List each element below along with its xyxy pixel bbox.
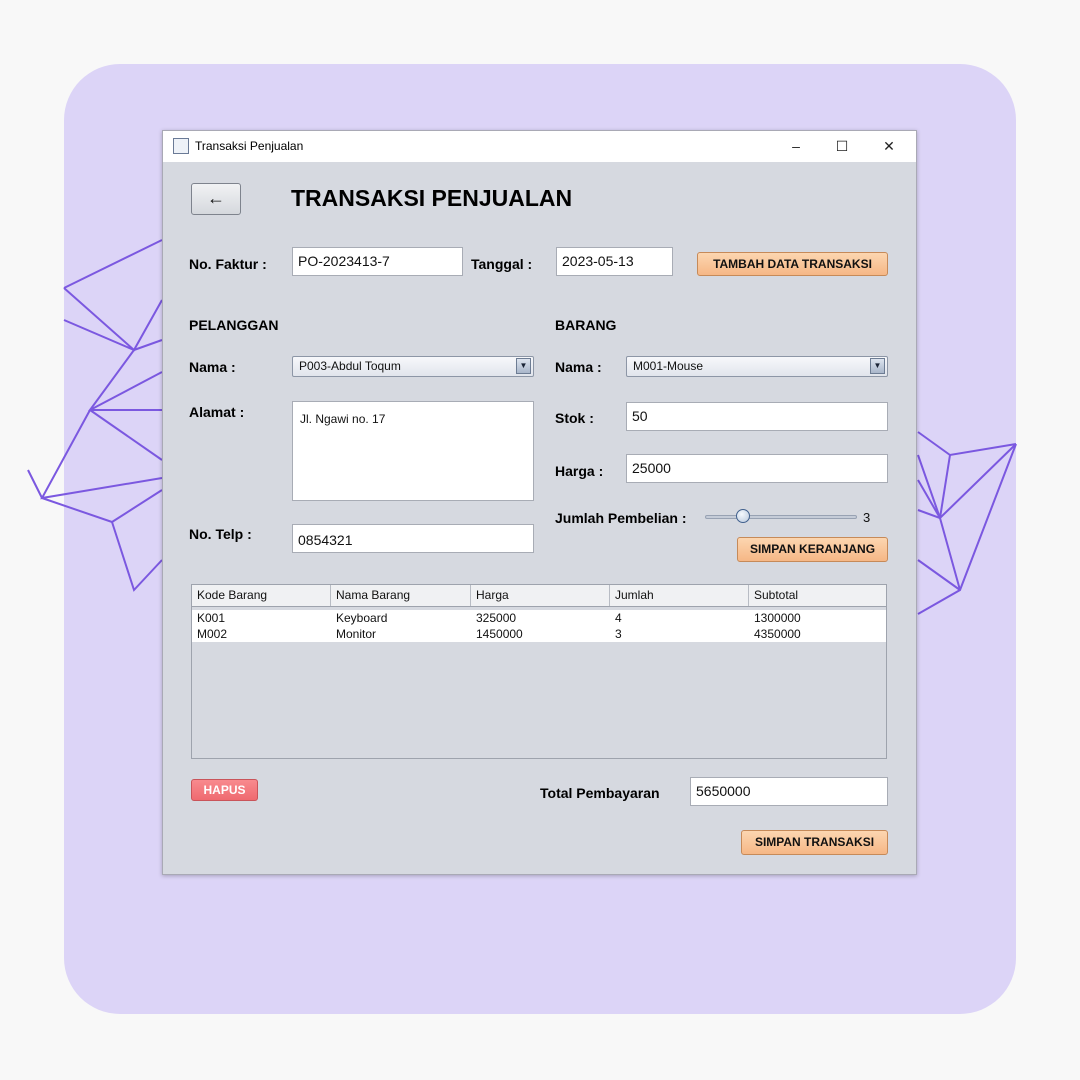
- alamat-label: Alamat :: [189, 404, 245, 420]
- table-cell: 325000: [476, 611, 517, 625]
- harga-label: Harga :: [555, 463, 604, 479]
- alamat-textarea[interactable]: Jl. Ngawi no. 17: [292, 401, 534, 501]
- column-header-harga[interactable]: Harga: [471, 585, 610, 606]
- pelanggan-nama-label: Nama :: [189, 359, 236, 375]
- column-header-nama-barang[interactable]: Nama Barang: [331, 585, 471, 606]
- table-row[interactable]: M002 Monitor 1450000 3 4350000: [192, 626, 886, 642]
- barang-nama-value: M001-Mouse: [633, 359, 704, 373]
- column-header-jumlah[interactable]: Jumlah: [610, 585, 749, 606]
- table-row[interactable]: K001 Keyboard 325000 4 1300000: [192, 610, 886, 626]
- jumlah-slider-track[interactable]: [705, 515, 857, 519]
- simpan-transaksi-button[interactable]: SIMPAN TRANSAKSI: [741, 830, 888, 855]
- maximize-button[interactable]: ☐: [819, 131, 865, 162]
- simpan-keranjang-button[interactable]: SIMPAN KERANJANG: [737, 537, 888, 562]
- dropdown-arrow-icon[interactable]: ▼: [516, 358, 531, 374]
- no-faktur-field[interactable]: PO-2023413-7: [292, 247, 463, 276]
- table-cell: 1450000: [476, 627, 523, 641]
- jumlah-slider-thumb[interactable]: [736, 509, 750, 523]
- tanggal-field[interactable]: 2023-05-13: [556, 247, 673, 276]
- table-header: Kode Barang Nama Barang Harga Jumlah Sub…: [192, 585, 886, 607]
- column-header-kode-barang[interactable]: Kode Barang: [192, 585, 331, 606]
- pelanggan-nama-value: P003-Abdul Toqum: [299, 359, 401, 373]
- close-button[interactable]: ✕: [866, 131, 912, 162]
- arrow-left-icon: ←: [207, 188, 225, 208]
- tambah-data-transaksi-button[interactable]: TAMBAH DATA TRANSAKSI: [697, 252, 888, 276]
- cart-table: Kode Barang Nama Barang Harga Jumlah Sub…: [191, 584, 887, 759]
- total-pembayaran-field[interactable]: 5650000: [690, 777, 888, 806]
- table-cell: 4350000: [754, 627, 801, 641]
- page-title: TRANSAKSI PENJUALAN: [291, 185, 573, 211]
- column-header-subtotal[interactable]: Subtotal: [749, 585, 886, 606]
- barang-nama-select[interactable]: M001-Mouse ▼: [626, 356, 888, 377]
- jumlah-value: 3: [863, 510, 871, 525]
- window-title: Transaksi Penjualan: [195, 139, 304, 153]
- stok-field[interactable]: 50: [626, 402, 888, 431]
- table-cell: M002: [197, 627, 228, 641]
- tanggal-label: Tanggal :: [471, 256, 533, 272]
- pelanggan-nama-select[interactable]: P003-Abdul Toqum ▼: [292, 356, 534, 377]
- table-cell: 1300000: [754, 611, 801, 625]
- app-window: Transaksi Penjualan – ☐ ✕ ← TRANSAKSI PE…: [162, 130, 917, 875]
- table-cell: 4: [615, 611, 622, 625]
- window-titlebar[interactable]: Transaksi Penjualan – ☐ ✕: [163, 131, 916, 162]
- table-cell: 3: [615, 627, 622, 641]
- pelanggan-section-title: PELANGGAN: [189, 317, 279, 333]
- minimize-button[interactable]: –: [773, 131, 819, 162]
- no-telp-label: No. Telp :: [189, 526, 252, 542]
- table-cell: Keyboard: [336, 611, 388, 625]
- no-faktur-label: No. Faktur :: [189, 256, 267, 272]
- barang-nama-label: Nama :: [555, 359, 602, 375]
- jumlah-pembelian-label: Jumlah Pembelian :: [555, 510, 687, 526]
- harga-field[interactable]: 25000: [626, 454, 888, 483]
- total-pembayaran-label: Total Pembayaran: [540, 785, 660, 801]
- back-button[interactable]: ←: [191, 183, 241, 215]
- no-telp-field[interactable]: 0854321: [292, 524, 534, 553]
- dropdown-arrow-icon[interactable]: ▼: [870, 358, 885, 374]
- table-cell: Monitor: [336, 627, 377, 641]
- stok-label: Stok :: [555, 410, 594, 426]
- table-cell: K001: [197, 611, 226, 625]
- barang-section-title: BARANG: [555, 317, 617, 333]
- hapus-button[interactable]: HAPUS: [191, 779, 258, 801]
- java-app-icon: [173, 138, 189, 154]
